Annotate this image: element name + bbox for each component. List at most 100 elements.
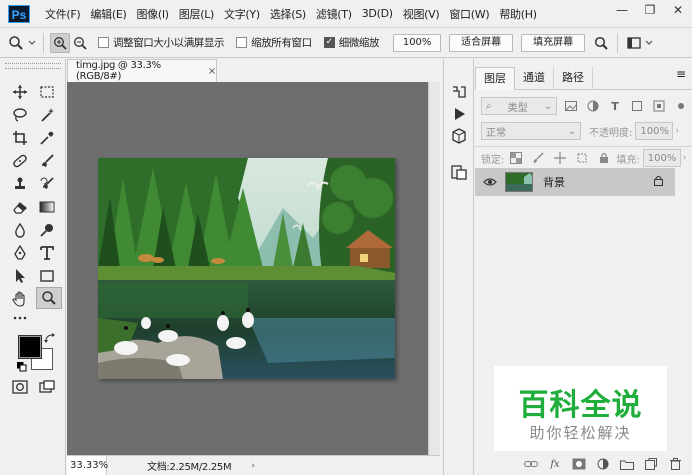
edit-toolbar-button[interactable] [9,308,31,328]
link-layers-button[interactable] [522,456,540,472]
vertical-scrollbar[interactable] [428,82,440,455]
layer-row-background[interactable]: 背景 [475,168,675,196]
swap-colors-icon[interactable] [44,333,56,343]
screen-mode-tool[interactable] [36,377,58,397]
crop-tool[interactable] [9,128,31,148]
tab-layers[interactable]: 图层 [475,67,515,90]
filter-type-button[interactable]: T [607,98,623,114]
opacity-field[interactable]: 100% [635,122,674,140]
zoom-100-button[interactable]: 100% [393,33,442,52]
image-canvas[interactable] [98,158,395,379]
minimize-button[interactable]: — [608,0,636,20]
marquee-tool[interactable] [36,82,58,102]
filter-toggle-button[interactable] [673,98,689,114]
zoom-out-button[interactable] [70,33,90,53]
zoom-all-windows-checkbox[interactable]: 缩放所有窗口 [236,35,312,50]
panel-menu-icon[interactable]: ≡ [676,67,686,81]
lock-artboard-button[interactable] [574,150,590,166]
menu-type[interactable]: 文字(Y) [219,6,265,22]
new-layer-button[interactable] [642,456,660,472]
tab-channels[interactable]: 通道 [515,67,554,90]
filter-shape-button[interactable] [629,98,645,114]
clone-stamp-tool[interactable] [9,174,31,194]
3d-panel-button[interactable] [449,126,469,146]
move-tool[interactable] [9,82,31,102]
eraser-tool[interactable] [9,197,31,217]
tab-paths[interactable]: 路径 [554,67,593,90]
status-menu-arrow[interactable]: › [251,461,255,471]
hand-tool[interactable] [9,289,31,309]
type-icon [40,246,54,260]
lock-all-button[interactable] [596,150,612,166]
chevron-down-icon[interactable] [644,38,654,48]
zoom-in-button[interactable] [50,32,70,53]
filter-kind-select[interactable]: ⌕ 类型 ⌄ [481,97,557,115]
menu-select[interactable]: 选择(S) [265,6,311,22]
foreground-color-swatch[interactable] [18,335,42,359]
search-button[interactable] [591,33,611,53]
dodge-tool[interactable] [36,220,58,240]
menu-layer[interactable]: 图层(L) [174,6,219,22]
lock-pixels-button[interactable] [530,150,546,166]
zoom-level-field[interactable]: 33.33% [67,455,108,475]
fill-field[interactable]: 100% [642,149,681,167]
layer-style-button[interactable]: fx [546,456,564,472]
lock-transparent-button[interactable] [508,150,524,166]
eye-icon[interactable] [483,177,497,187]
chevron-right-icon[interactable]: › [683,153,687,163]
path-selection-tool[interactable] [9,266,31,286]
new-group-button[interactable] [618,456,636,472]
scrubby-zoom-label: 细微缩放 [338,37,380,49]
history-panel-button[interactable] [449,81,469,101]
document-tab[interactable]: timg.jpg @ 33.3%(RGB/8#) × [67,59,217,82]
delete-layer-button[interactable] [666,456,684,472]
fill-screen-button[interactable]: 填充屏幕 [521,33,586,52]
add-mask-button[interactable] [570,456,588,472]
close-icon[interactable]: × [208,66,216,77]
filter-smart-object-button[interactable] [651,98,667,114]
eyedropper-tool[interactable] [36,128,58,148]
tool-preset-picker[interactable] [8,35,37,51]
type-tool[interactable] [36,243,58,263]
lasso-tool[interactable] [9,105,31,125]
menu-filter[interactable]: 滤镜(T) [311,6,357,22]
menu-image[interactable]: 图像(I) [131,6,173,22]
history-brush-tool[interactable] [36,174,58,194]
fill-value: 100% [647,152,677,164]
filter-adjustment-button[interactable] [585,98,601,114]
restore-button[interactable]: ❐ [636,0,664,20]
blend-mode-select[interactable]: 正常 ⌄ [481,122,581,140]
healing-brush-tool[interactable] [9,151,31,171]
scrubby-zoom-checkbox[interactable]: ✓ 细微缩放 [323,35,380,50]
rectangle-tool[interactable] [36,266,58,286]
close-button[interactable]: ✕ [664,0,692,20]
shape-icon [632,101,642,111]
menu-view[interactable]: 视图(V) [398,6,445,22]
filter-pixel-button[interactable] [563,98,579,114]
screen-mode-icon [39,380,55,393]
fit-screen-button[interactable]: 适合屏幕 [449,33,514,52]
lock-position-button[interactable] [552,150,568,166]
default-colors-icon[interactable] [16,361,27,372]
menu-edit[interactable]: 编辑(E) [85,6,131,22]
brush-tool[interactable] [36,151,58,171]
menu-file[interactable]: 文件(F) [40,6,85,22]
menu-window[interactable]: 窗口(W) [444,6,494,22]
adjustment-layer-button[interactable] [594,456,612,472]
blur-tool[interactable] [9,220,31,240]
actions-panel-button[interactable] [449,104,469,124]
workspace-switcher[interactable] [624,33,644,53]
menu-3d[interactable]: 3D(D) [357,7,398,20]
menu-help[interactable]: 帮助(H) [494,6,541,22]
chevron-right-icon[interactable]: › [675,126,679,136]
magic-wand-tool[interactable] [36,105,58,125]
quick-mask-tool[interactable] [9,377,31,397]
gradient-tool[interactable] [36,197,58,217]
pen-tool[interactable] [9,243,31,263]
brush-icon [42,154,54,167]
layer-name[interactable]: 背景 [543,174,565,190]
zoom-tool[interactable] [36,287,62,309]
panel-grip[interactable] [5,63,61,69]
resize-windows-checkbox[interactable]: 调整窗口大小以满屏显示 [98,35,225,50]
properties-panel-button[interactable] [449,162,469,182]
